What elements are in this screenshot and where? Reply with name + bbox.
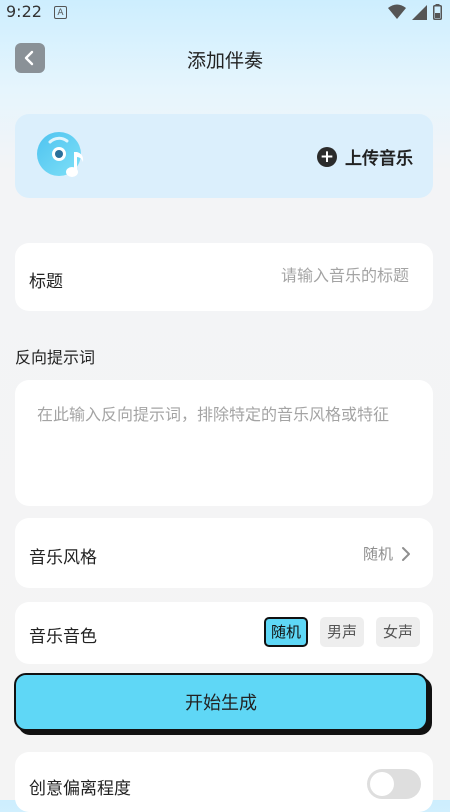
signal-icon [412,5,427,20]
upload-music-button[interactable]: + 上传音乐 [317,144,413,169]
notification-icon: A [54,6,67,19]
negative-prompt-label: 反向提示词 [15,348,96,367]
timbre-option-random[interactable]: 随机 [263,617,308,647]
creativity-deviation-label: 创意偏离程度 [29,779,131,799]
battery-icon [433,4,442,20]
creativity-toggle[interactable] [367,769,421,799]
creativity-deviation-row: 创意偏离程度 [15,752,433,812]
title-input[interactable] [147,265,411,286]
page-title: 添加伴奏 [186,50,263,72]
chevron-right-icon [402,546,410,561]
toggle-knob [370,772,394,796]
status-bar: 9:22 A [0,0,450,26]
title-field-card: 标题 [15,243,433,311]
music-style-label: 音乐风格 [29,548,97,568]
music-style-value: 随机 [363,543,411,564]
music-style-row[interactable]: 音乐风格 随机 [15,518,433,588]
music-disc-icon [37,132,84,177]
upload-music-card[interactable]: + 上传音乐 [15,114,433,198]
negative-prompt-textarea[interactable] [37,400,417,490]
wifi-icon [388,4,406,19]
title-label: 标题 [29,272,63,292]
negative-prompt-card [15,380,433,506]
music-timbre-label: 音乐音色 [29,627,97,647]
timbre-option-female[interactable]: 女声 [375,617,420,647]
upload-music-label: 上传音乐 [345,149,413,169]
plus-circle-icon: + [317,146,337,167]
status-icons [388,4,442,20]
timbre-option-male[interactable]: 男声 [319,617,364,647]
status-time: 9:22 [6,2,42,21]
start-generate-button[interactable]: 开始生成 [14,673,428,731]
music-style-selected: 随机 [362,545,393,563]
music-timbre-row: 音乐音色 随机 男声 女声 [15,602,433,664]
music-timbre-options: 随机 男声 女声 [263,617,420,647]
